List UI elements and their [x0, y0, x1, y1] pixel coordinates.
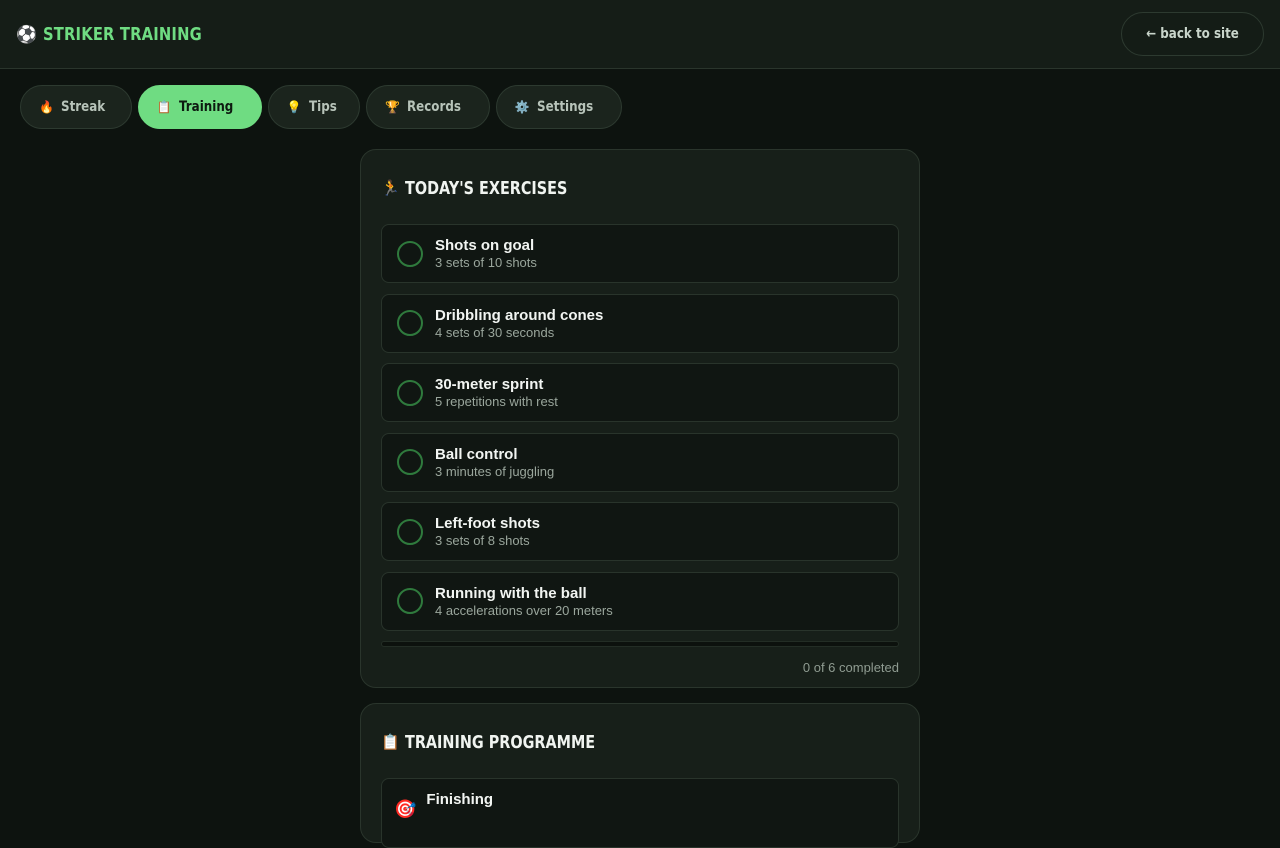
exercise-item[interactable]: Shots on goal 3 sets of 10 shots — [381, 224, 899, 283]
card-header: 🏃 TODAY'S EXERCISES — [381, 150, 899, 224]
exercise-detail: 4 accelerations over 20 meters — [435, 602, 613, 618]
exercise-item[interactable]: Left-foot shots 3 sets of 8 shots — [381, 502, 899, 561]
back-to-site-label: ← back to site — [1146, 26, 1239, 42]
tab-streak[interactable]: 🔥 Streak — [20, 85, 132, 129]
exercise-name: Left-foot shots — [435, 515, 540, 532]
lightbulb-icon: 💡 — [286, 100, 302, 114]
tab-tips[interactable]: 💡 Tips — [267, 85, 361, 129]
clipboard-icon: 📋 — [381, 734, 400, 751]
checkbox-circle-icon[interactable] — [397, 310, 423, 336]
exercise-item[interactable]: 30-meter sprint 5 repetitions with rest — [381, 363, 899, 422]
exercise-detail: 4 sets of 30 seconds — [435, 324, 555, 340]
tab-label: Training — [178, 99, 234, 115]
tab-settings[interactable]: ⚙️ Settings — [495, 85, 622, 129]
checkbox-circle-icon[interactable] — [397, 379, 423, 406]
soccer-ball-icon: ⚽ — [16, 24, 38, 44]
exercise-detail: 3 minutes of juggling — [435, 463, 555, 479]
brand: ⚽ STRIKER TRAINING — [16, 24, 237, 45]
progress-text: 0 of 6 completed — [802, 660, 899, 675]
exercise-name: Ball control — [435, 445, 518, 463]
tab-label: Records — [407, 99, 462, 115]
exercise-item[interactable]: Dribbling around cones 4 sets of 30 seco… — [381, 293, 899, 353]
gear-icon: ⚙️ — [514, 100, 530, 114]
exercise-item[interactable]: Running with the ball 4 accelerations ov… — [381, 571, 899, 631]
brand-title: STRIKER TRAINING — [43, 23, 203, 45]
checkbox-circle-icon[interactable] — [397, 518, 423, 545]
checkbox-circle-icon[interactable] — [397, 240, 423, 267]
exercise-name: Shots on goal — [435, 237, 535, 254]
exercise-detail: 3 sets of 10 shots — [435, 255, 537, 270]
checkbox-circle-icon[interactable] — [397, 449, 423, 475]
tab-training[interactable]: 📋 Training — [137, 85, 262, 129]
card-title: TRAINING PROGRAMME — [404, 731, 595, 753]
clipboard-icon: 📋 — [156, 100, 172, 114]
exercise-item[interactable]: Ball control 3 minutes of juggling — [381, 432, 899, 492]
tab-records[interactable]: 🏆 Records — [366, 85, 490, 129]
exercise-name: 30-meter sprint — [435, 376, 544, 393]
tab-label: Streak — [60, 99, 106, 115]
runner-icon: 🏃 — [381, 180, 400, 197]
tab-label: Settings — [536, 99, 593, 115]
checkbox-circle-icon[interactable] — [397, 588, 423, 614]
card-title: TODAY'S EXERCISES — [404, 177, 568, 199]
exercise-name: Running with the ball — [435, 584, 587, 602]
top-bar: ⚽ STRIKER TRAINING ← back to site — [0, 0, 1280, 69]
tab-bar: 🔥 Streak 📋 Training 💡 Tips 🏆 Records ⚙️ … — [20, 85, 622, 129]
fire-icon: 🔥 — [39, 100, 54, 114]
target-icon: 🎯 — [394, 799, 417, 819]
todays-exercises-card: 🏃 TODAY'S EXERCISES Shots on goal 3 sets… — [360, 149, 920, 688]
tab-label: Tips — [308, 99, 337, 115]
exercise-detail: 3 sets of 8 shots — [435, 533, 530, 548]
exercise-name: Dribbling around cones — [435, 306, 604, 324]
card-header: 📋 TRAINING PROGRAMME — [381, 704, 899, 778]
back-to-site-button[interactable]: ← back to site — [1120, 12, 1264, 56]
trophy-icon: 🏆 — [385, 100, 401, 114]
exercise-detail: 5 repetitions with rest — [435, 394, 558, 409]
programme-item[interactable]: 🎯 Finishing — [381, 778, 899, 848]
progress-bar — [381, 641, 899, 647]
training-programme-card: 📋 TRAINING PROGRAMME 🎯 Finishing — [360, 703, 920, 848]
